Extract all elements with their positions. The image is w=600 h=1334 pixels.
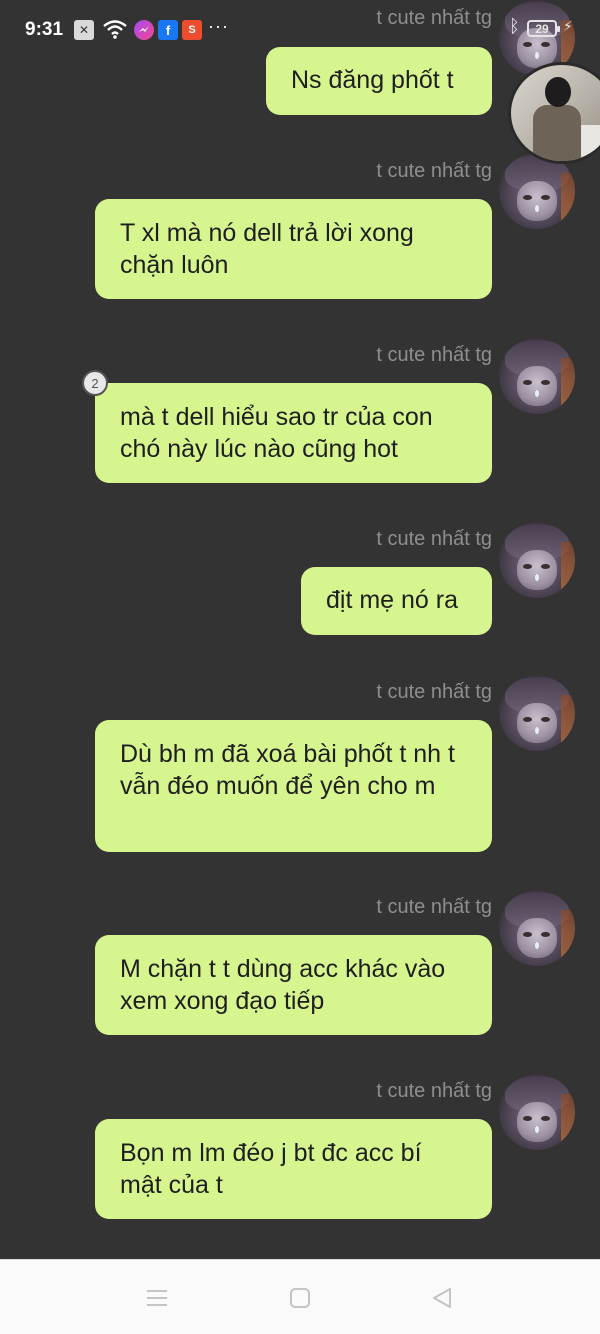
sender-name: t cute nhất tg	[376, 1080, 492, 1102]
bluetooth-icon: ᛒ	[509, 16, 520, 36]
sender-avatar[interactable]	[499, 153, 575, 229]
message-bubble[interactable]: T xl mà nó dell trả lời xong chặn luôn	[95, 199, 492, 299]
video-person-head	[545, 77, 571, 107]
sender-name: t cute nhất tg	[376, 896, 492, 918]
message-bubble[interactable]: Dù bh m đã xoá bài phốt t nh t vẫn đéo m…	[95, 720, 492, 852]
message-bubble[interactable]: địt mẹ nó ra	[301, 567, 492, 635]
sender-avatar[interactable]	[499, 338, 575, 414]
x-box-icon: ✕	[74, 20, 94, 40]
floating-video-bubble[interactable]	[508, 62, 600, 164]
shopee-icon: S	[182, 20, 202, 40]
sender-avatar[interactable]	[499, 522, 575, 598]
message-bubble[interactable]: mà t dell hiểu sao tr của con chó này lú…	[95, 383, 492, 483]
system-nav-bar	[0, 1259, 600, 1334]
charging-icon: ⚡	[563, 18, 573, 34]
sender-avatar[interactable]	[499, 1074, 575, 1150]
wifi-icon	[102, 18, 128, 45]
sender-name: t cute nhất tg	[376, 344, 492, 366]
battery-level: 29	[535, 21, 549, 36]
home-square-icon[interactable]	[286, 1284, 314, 1312]
message-bubble[interactable]: M chặn t t dùng acc khác vào xem xong đạ…	[95, 935, 492, 1035]
sender-name: t cute nhất tg	[376, 528, 492, 550]
status-time: 9:31	[25, 19, 64, 40]
video-person-body	[533, 105, 581, 161]
battery-icon: 29	[527, 20, 560, 37]
more-dots-icon: ···	[208, 16, 229, 36]
sender-avatar[interactable]	[499, 890, 575, 966]
sender-avatar[interactable]	[499, 675, 575, 751]
sender-name: t cute nhất tg	[376, 681, 492, 703]
sender-name: t cute nhất tg	[376, 160, 492, 182]
menu-icon[interactable]	[143, 1284, 171, 1312]
message-bubble[interactable]: Bọn m lm đéo j bt đc acc bí mật của t	[95, 1119, 492, 1219]
facebook-icon: f	[158, 20, 178, 40]
back-triangle-icon[interactable]	[428, 1284, 456, 1312]
reaction-count-badge[interactable]: 2	[82, 370, 108, 396]
status-bar: 9:31 ✕ f S ··· ᛒ 29 ⚡	[0, 0, 600, 60]
messenger-icon	[134, 20, 154, 40]
